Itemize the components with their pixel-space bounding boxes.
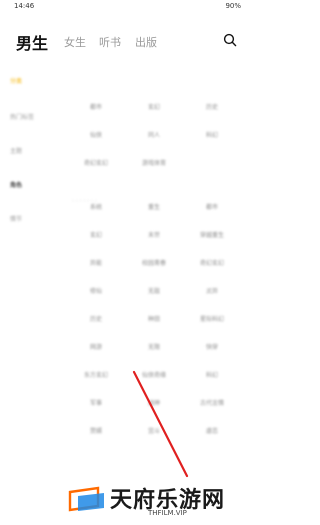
tag-cell[interactable]: 校园青春	[130, 258, 178, 267]
tag-cell[interactable]: 穿越重生	[188, 230, 236, 239]
tag-cell[interactable]: 末世	[130, 230, 178, 239]
tag-cell[interactable]: 历史	[72, 314, 120, 323]
tag-cell[interactable]: 异能	[72, 258, 120, 267]
tag-cell[interactable]: 历史	[188, 102, 236, 111]
tag-cell[interactable]: 网游	[72, 342, 120, 351]
tag-cell[interactable]: 仙侠奇缘	[130, 370, 178, 379]
sidebar-item-hot-tags[interactable]: 热门标签	[0, 112, 60, 121]
tag-cell[interactable]: 虐恋	[188, 426, 236, 435]
status-time: 14:46	[14, 2, 35, 10]
tag-cell[interactable]: 科幻	[188, 130, 236, 139]
tab-male[interactable]: 男生	[16, 30, 48, 54]
tag-cell[interactable]: 军事	[72, 398, 120, 407]
tab-female[interactable]: 女生	[64, 34, 86, 50]
sidebar-item-category[interactable]: 分类	[0, 76, 60, 85]
tag-cell[interactable]: 宫斗	[130, 426, 178, 435]
tag-cell[interactable]: 同人	[130, 130, 178, 139]
tag-cell[interactable]: 灵异	[188, 286, 236, 295]
tag-cell[interactable]: 系统	[72, 202, 120, 211]
tag-cell[interactable]: 星际科幻	[188, 314, 236, 323]
tag-cell[interactable]: 战神	[130, 398, 178, 407]
tag-cell[interactable]: 游戏体育	[130, 158, 178, 167]
tag-cell[interactable]: 奇幻玄幻	[72, 158, 120, 167]
tag-cell[interactable]: 都市	[188, 202, 236, 211]
tag-cell[interactable]: 赘婿	[72, 426, 120, 435]
tag-cell[interactable]: 仙侠	[72, 130, 120, 139]
sidebar-item-plot[interactable]: 情节	[0, 214, 60, 223]
tag-cell[interactable]: 古代言情	[188, 398, 236, 407]
status-bar: 14:46 90%	[0, 0, 246, 12]
tag-cell[interactable]: 科幻	[188, 370, 236, 379]
tag-cell[interactable]: 种田	[130, 314, 178, 323]
tag-cell[interactable]: 玄幻	[72, 230, 120, 239]
tab-audiobook[interactable]: 听书	[99, 34, 121, 50]
tag-cell[interactable]: 奇幻玄幻	[188, 258, 236, 267]
sidebar-item-theme[interactable]: 主题	[0, 146, 60, 155]
watermark-subtitle: THFILM.VIP	[148, 509, 187, 517]
sidebar-item-role[interactable]: 角色	[0, 180, 60, 189]
site-logo	[68, 486, 104, 512]
tag-cell[interactable]: 无敌	[130, 286, 178, 295]
battery-level: 90%	[225, 2, 241, 10]
tag-cell[interactable]: 都市	[72, 102, 120, 111]
watermark: 天府乐游网 THFILM.VIP	[68, 480, 242, 520]
tag-cell[interactable]: 无限	[130, 342, 178, 351]
tag-cell[interactable]: 重生	[130, 202, 178, 211]
tag-cell[interactable]: 东方玄幻	[72, 370, 120, 379]
search-icon[interactable]	[223, 33, 237, 47]
tag-cell[interactable]: 快穿	[188, 342, 236, 351]
tab-publishing[interactable]: 出版	[135, 34, 157, 50]
top-tabs: 男生 女生 听书 出版	[0, 26, 246, 60]
tag-cell[interactable]: 修仙	[72, 286, 120, 295]
tag-cell[interactable]: 玄幻	[130, 102, 178, 111]
